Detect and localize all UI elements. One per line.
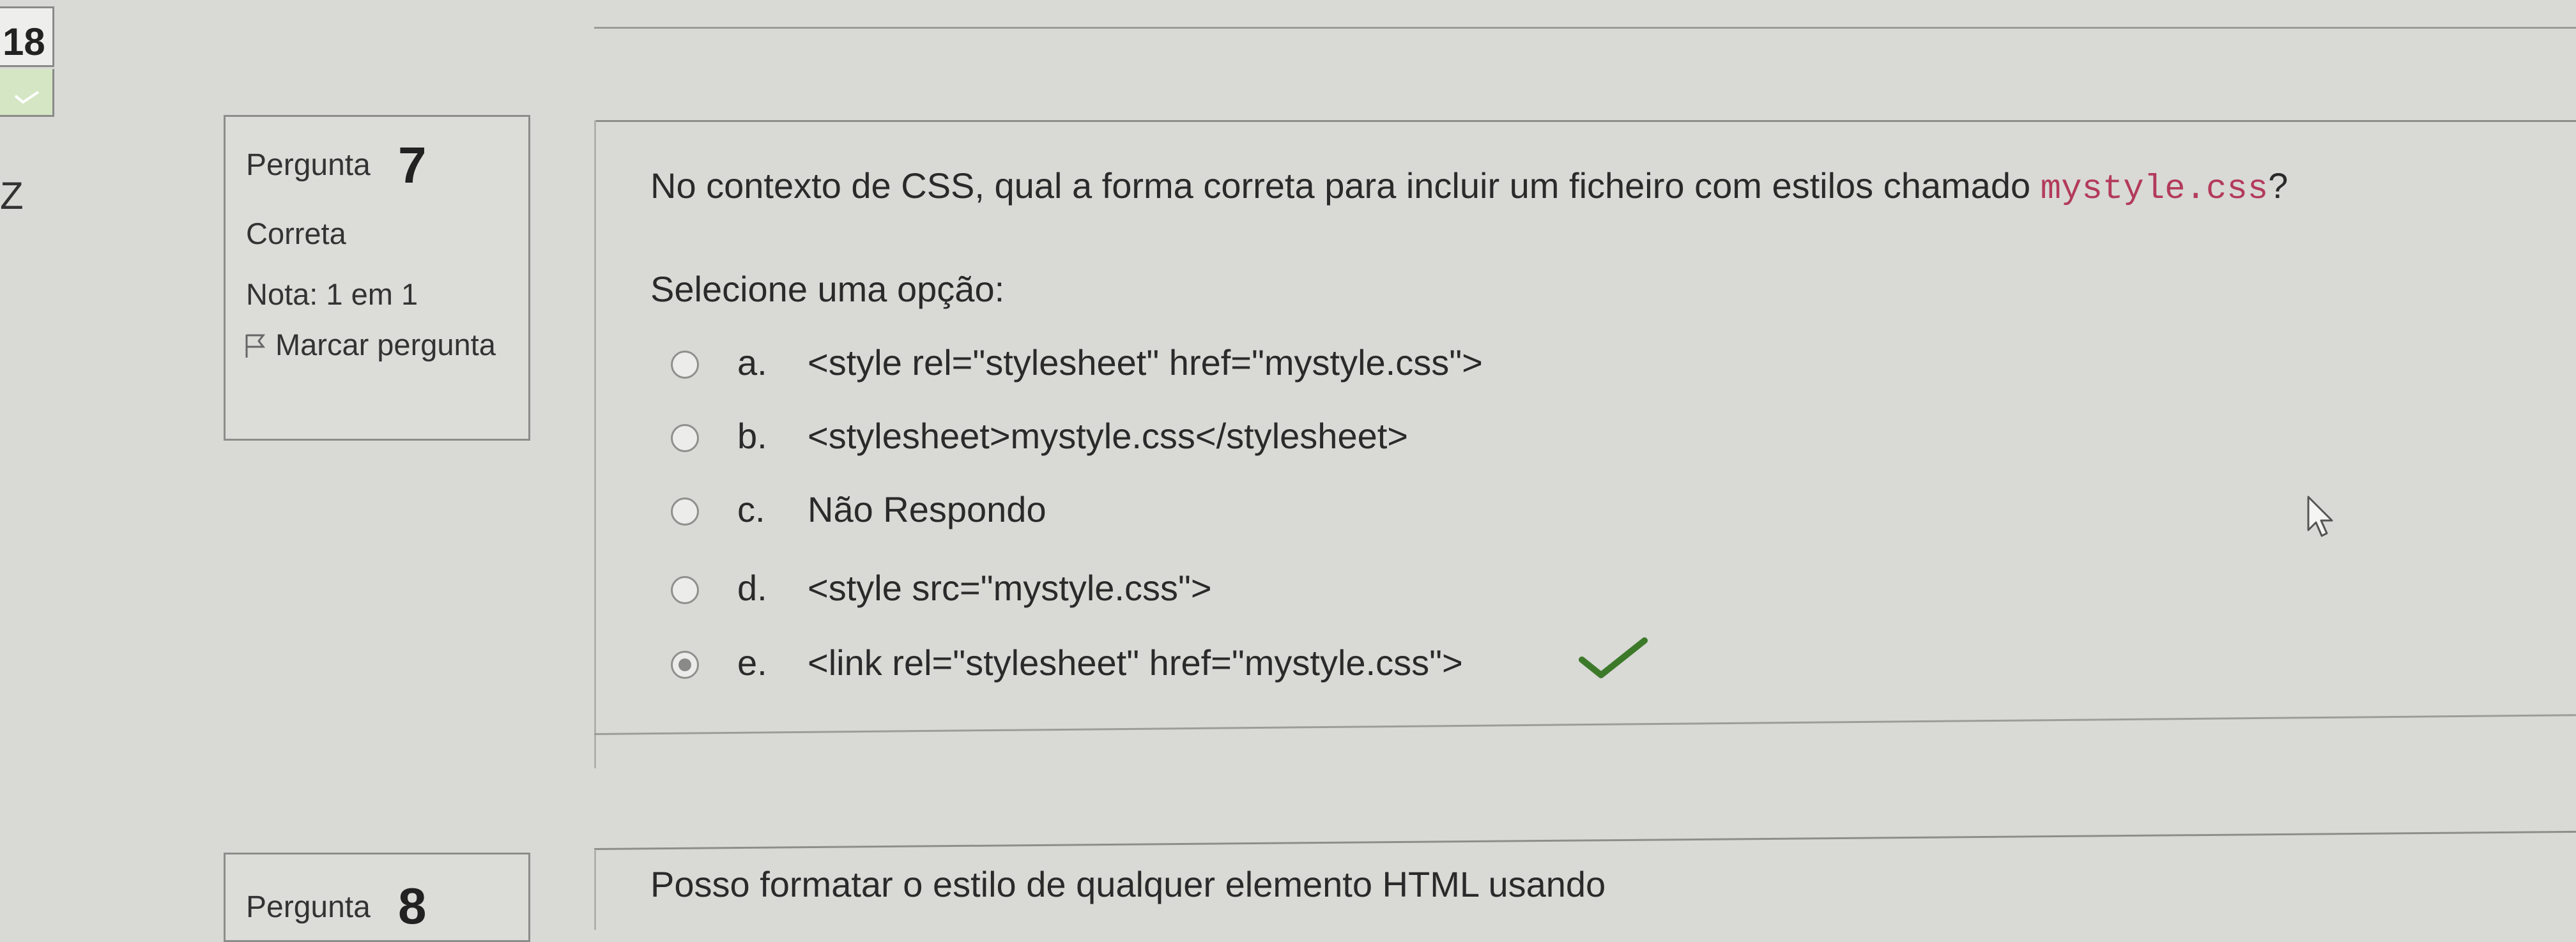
option-letter: e. <box>737 642 767 683</box>
question-grade: Nota: 1 em 1 <box>246 277 418 311</box>
mouse-pointer-icon <box>2307 496 2333 537</box>
content-border-top <box>594 120 2576 122</box>
option-letter: c. <box>737 489 765 529</box>
content-border-left <box>594 120 596 768</box>
question-info-box: Pergunta 8 <box>224 853 530 942</box>
question-text-after: ? <box>2268 165 2288 206</box>
answer-prompt: Selecione uma opção: <box>650 269 1005 309</box>
option-text: <style rel="stylesheet" href="mystyle.cs… <box>808 342 1483 383</box>
question-text: Posso formatar o estilo de qualquer elem… <box>650 864 1606 904</box>
radio-button-selected[interactable] <box>671 651 699 679</box>
radio-button[interactable] <box>671 576 699 604</box>
radio-button[interactable] <box>671 498 699 526</box>
flag-icon <box>245 334 266 358</box>
question-label: Pergunta <box>246 148 371 182</box>
divider <box>594 27 2576 29</box>
question-text: No contexto de CSS, qual a forma correta… <box>650 165 2288 209</box>
check-icon <box>1579 637 1648 678</box>
question-number: 7 <box>398 137 427 194</box>
radio-button[interactable] <box>671 351 699 379</box>
flag-question-label: Marcar pergunta <box>275 328 496 361</box>
option-letter: b. <box>737 416 767 456</box>
option-text: Não Respondo <box>808 489 1046 529</box>
content-border-top <box>594 830 2576 850</box>
check-icon <box>14 91 40 104</box>
question-state: Correta <box>246 217 346 250</box>
option-letter: d. <box>737 568 767 608</box>
question-text-before: No contexto de CSS, qual a forma correta… <box>650 165 2041 206</box>
quiz-nav-number: 18 <box>3 20 45 63</box>
option-text: <stylesheet>mystyle.css</stylesheet> <box>808 416 1408 456</box>
question-info-box: Pergunta 7 Correta Nota: 1 em 1 Marcar p… <box>224 115 530 441</box>
question-number: 8 <box>398 877 427 934</box>
radio-button[interactable] <box>671 424 699 452</box>
quiz-nav-button-18[interactable]: 18 <box>0 6 54 67</box>
option-text: <style src="mystyle.css"> <box>808 568 1212 608</box>
question-text-code: mystyle.css <box>2040 170 2269 209</box>
option-text: <link rel="stylesheet" href="mystyle.css… <box>808 642 1463 683</box>
flag-question-link[interactable]: Marcar pergunta <box>245 324 513 365</box>
option-letter: a. <box>737 342 767 383</box>
content-border-left <box>594 849 596 930</box>
quiz-nav-answered-indicator <box>0 69 54 117</box>
question-label: Pergunta <box>246 890 371 924</box>
nav-edge-letter: Z <box>0 174 24 217</box>
content-border-bottom <box>594 714 2576 735</box>
